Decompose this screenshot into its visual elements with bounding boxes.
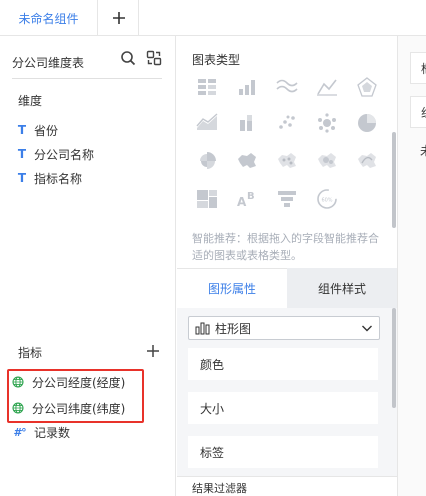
smart-recommend-tip: 智能推荐：根据拖入的字段智能推荐合适的图表或表格类型。	[192, 232, 379, 262]
bar-chart-icon	[195, 322, 210, 335]
field-label: 指标名称	[34, 171, 83, 186]
bar-chart-icon[interactable]	[235, 76, 259, 98]
scatter-chart-icon[interactable]	[275, 112, 299, 134]
tab-graphic-properties[interactable]: 图形属性	[177, 268, 287, 308]
word-cloud-icon[interactable]: A B	[235, 188, 259, 210]
property-tabs: 图形属性 组件样式	[177, 268, 397, 308]
property-label[interactable]: 标签	[188, 436, 378, 468]
tab-bar: 未命名组件	[0, 0, 426, 36]
plus-icon	[112, 12, 125, 24]
switch-dataset-icon[interactable]	[146, 50, 162, 66]
field-label: 省份	[34, 123, 59, 138]
tab-component-style[interactable]: 组件样式	[287, 268, 397, 308]
right-text: 未	[420, 142, 426, 159]
rose-chart-icon[interactable]	[195, 150, 219, 172]
svg-text:A: A	[237, 195, 247, 209]
add-tab-button[interactable]	[99, 0, 139, 36]
chevron-down-icon	[362, 325, 372, 332]
area-chart-icon[interactable]	[195, 112, 219, 134]
right-panel: 框 组 未	[397, 36, 426, 496]
bi-component-editor: 未命名组件 分公司维度表 维度 T 省份 T 分公司名称 T 指标名称 指标 分…	[0, 0, 426, 496]
right-field-box[interactable]: 组	[410, 96, 426, 128]
field-label: 记录数	[34, 425, 71, 440]
line-chart-icon[interactable]	[315, 76, 339, 98]
field-label: 分公司名称	[34, 147, 95, 162]
result-filter-heading: 结果过滤器	[177, 476, 397, 496]
funnel-chart-icon[interactable]	[275, 188, 299, 210]
search-icon[interactable]	[120, 50, 136, 66]
text-type-icon: T	[17, 171, 27, 185]
field-panel: 分公司维度表 维度 T 省份 T 分公司名称 T 指标名称 指标 分公司经度(经…	[0, 36, 176, 496]
divider	[12, 78, 162, 79]
metrics-heading: 指标	[18, 346, 43, 360]
chart-config-panel: 图表类型 A B 60% 智能推荐：根据拖入的字段智能推荐合适的图表或表格类型。…	[177, 36, 397, 496]
property-size[interactable]: 大小	[188, 392, 378, 424]
highlight-box	[7, 369, 144, 423]
text-type-icon: T	[17, 123, 27, 137]
metric-field-record-count[interactable]: #° 记录数	[13, 422, 71, 442]
dimension-field-branch-name[interactable]: T 分公司名称	[16, 144, 94, 164]
radar-chart-icon[interactable]	[355, 76, 379, 98]
table-chart-icon[interactable]	[195, 76, 219, 98]
bubble-chart-icon[interactable]	[315, 112, 339, 134]
dimensions-heading: 维度	[18, 94, 43, 108]
gauge-chart-icon[interactable]: 60%	[315, 188, 339, 210]
number-type-icon: #°	[13, 425, 27, 439]
property-color[interactable]: 颜色	[188, 348, 378, 380]
stacked-bar-icon[interactable]	[235, 112, 259, 134]
flow-map-icon[interactable]	[355, 150, 379, 172]
dimension-field-province[interactable]: T 省份	[16, 120, 58, 140]
dataset-title: 分公司维度表	[12, 56, 85, 70]
pie-chart-icon[interactable]	[355, 112, 379, 134]
region-map-icon[interactable]	[235, 150, 259, 172]
dimension-field-metric-name[interactable]: T 指标名称	[16, 168, 82, 188]
chart-types-scrollbar[interactable]	[392, 132, 396, 228]
svg-text:B: B	[247, 191, 255, 202]
properties-scrollbar[interactable]	[392, 308, 396, 408]
point-map-icon[interactable]	[275, 150, 299, 172]
right-box-text: 框	[421, 60, 426, 77]
chart-type-select[interactable]: 柱形图	[188, 316, 380, 340]
text-type-icon: T	[17, 147, 27, 161]
wave-chart-icon[interactable]	[275, 76, 299, 98]
add-metric-icon[interactable]	[146, 344, 160, 358]
svg-text:60%: 60%	[321, 198, 332, 204]
heat-map-icon[interactable]	[315, 150, 339, 172]
rectangle-tree-icon[interactable]	[195, 188, 219, 210]
chart-types-title: 图表类型	[192, 53, 241, 67]
chart-type-value: 柱形图	[215, 321, 252, 336]
right-field-box[interactable]: 框	[410, 52, 426, 84]
tab-unnamed-component[interactable]: 未命名组件	[0, 0, 98, 36]
right-box-text: 组	[421, 104, 426, 121]
